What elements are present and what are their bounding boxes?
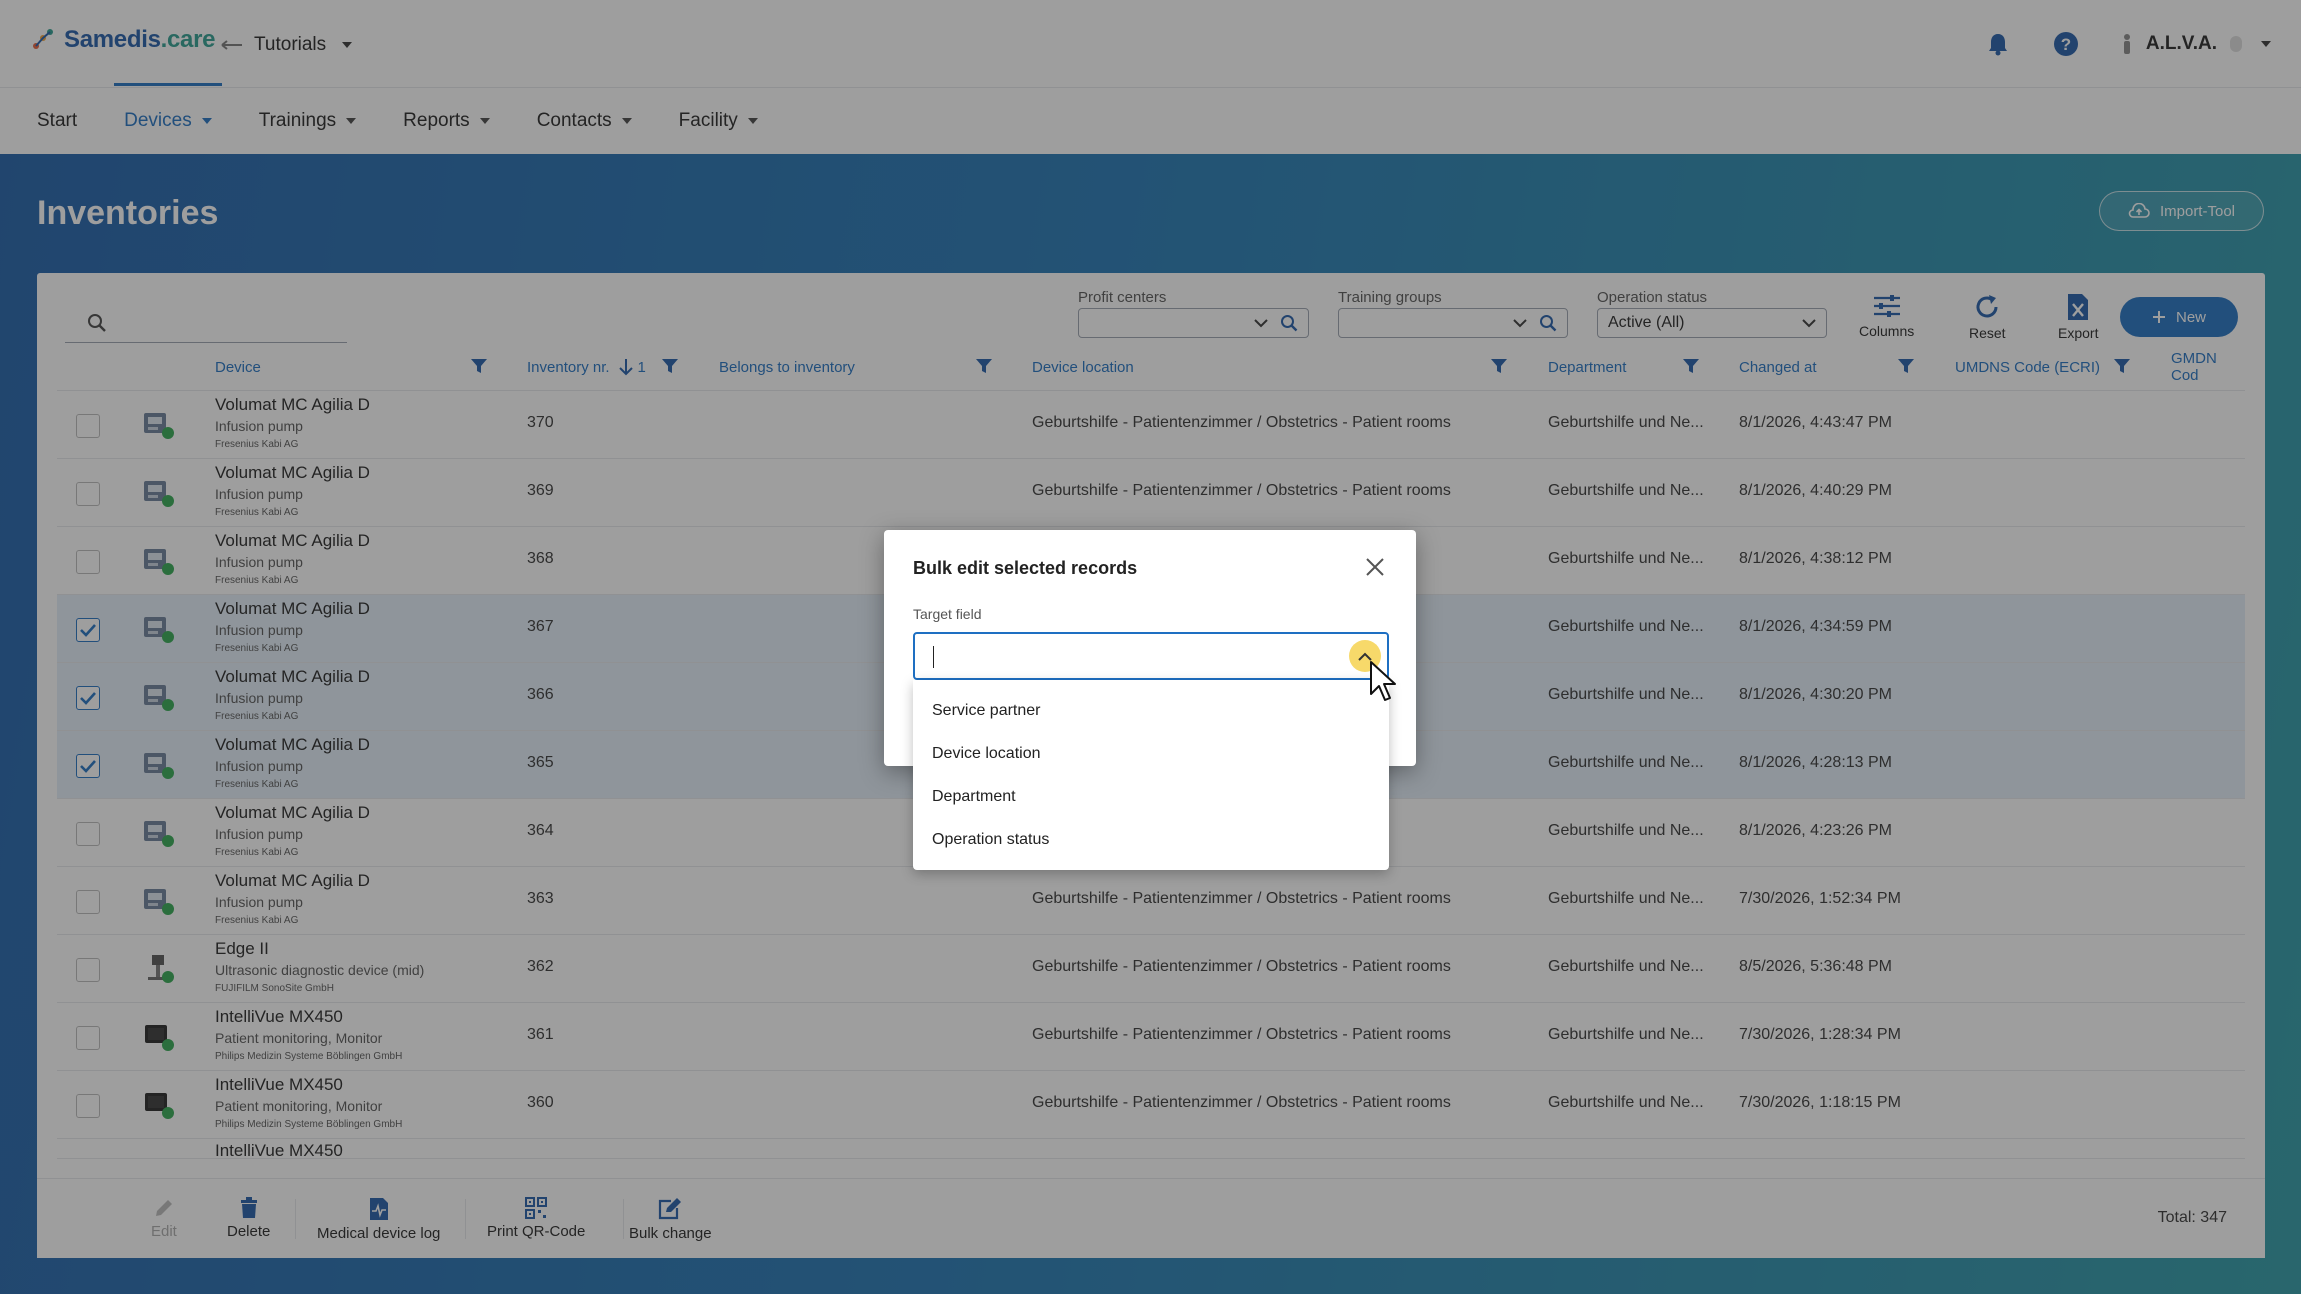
target-field-label: Target field bbox=[913, 606, 982, 622]
option-operation-status[interactable]: Operation status bbox=[913, 818, 1389, 861]
mouse-pointer-icon bbox=[1370, 661, 1396, 701]
text-cursor bbox=[933, 646, 934, 668]
option-department[interactable]: Department bbox=[913, 775, 1389, 818]
target-field-input[interactable] bbox=[913, 632, 1389, 680]
target-field-options: Service partner Device location Departme… bbox=[913, 680, 1389, 870]
option-device-location[interactable]: Device location bbox=[913, 732, 1389, 775]
close-icon[interactable] bbox=[1364, 556, 1386, 578]
dialog-title: Bulk edit selected records bbox=[913, 558, 1138, 578]
option-service-partner[interactable]: Service partner bbox=[913, 689, 1389, 732]
